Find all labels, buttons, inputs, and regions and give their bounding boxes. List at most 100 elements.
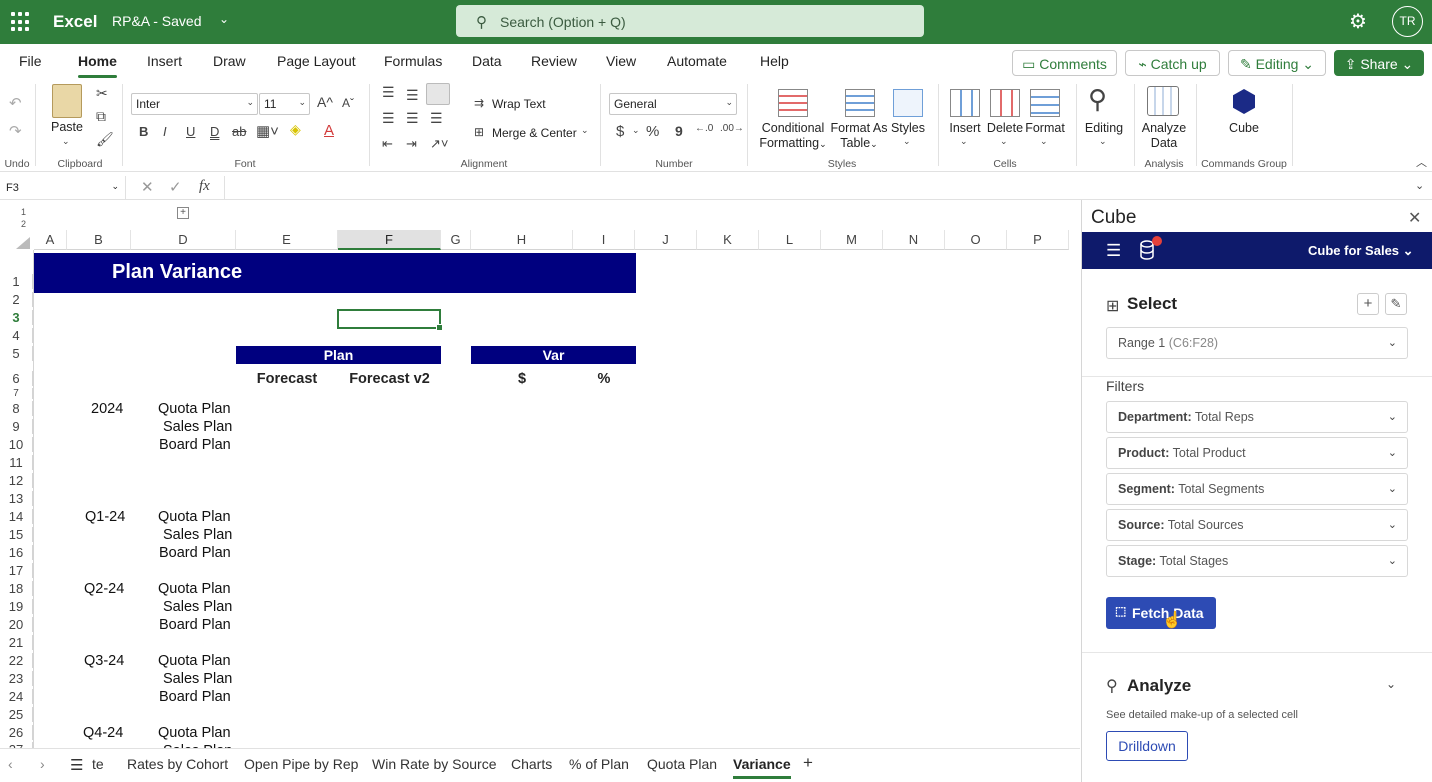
document-title[interactable]: RP&A - Saved bbox=[112, 13, 202, 29]
underline-icon[interactable]: U bbox=[186, 124, 195, 139]
share-button[interactable]: ⇪ Share ⌄ bbox=[1334, 50, 1424, 76]
tab-insert[interactable]: Insert bbox=[147, 53, 182, 69]
plan-type-cell[interactable]: Quota Plan bbox=[158, 401, 231, 417]
chevron-down-icon[interactable]: ⌄ bbox=[632, 125, 640, 136]
active-cell[interactable] bbox=[337, 309, 443, 331]
tab-formulas[interactable]: Formulas bbox=[384, 53, 442, 69]
row-header[interactable]: 2 bbox=[0, 292, 33, 307]
chevron-right-icon[interactable]: › bbox=[40, 756, 45, 772]
close-icon[interactable]: ✕ bbox=[1408, 208, 1421, 228]
sheet-tab[interactable]: Charts bbox=[511, 756, 552, 772]
forecast-v2-header[interactable]: Forecast v2 bbox=[338, 371, 441, 387]
chevron-down-icon[interactable]: ⌄ bbox=[1099, 136, 1107, 147]
format-as-table-icon[interactable] bbox=[845, 89, 875, 117]
row-header[interactable]: 14 bbox=[0, 509, 33, 524]
var-header[interactable]: Var bbox=[471, 346, 636, 364]
column-header[interactable]: D bbox=[131, 230, 236, 250]
row-header[interactable]: 10 bbox=[0, 437, 33, 452]
strikethrough-icon[interactable]: ab bbox=[232, 124, 246, 139]
font-color-icon[interactable]: A bbox=[324, 122, 334, 139]
tab-file[interactable]: File bbox=[19, 53, 42, 69]
chevron-left-icon[interactable]: ‹ bbox=[8, 756, 13, 772]
magnifier-icon[interactable]: ⚲ bbox=[1088, 84, 1107, 115]
row-header[interactable]: 20 bbox=[0, 617, 33, 632]
column-header[interactable]: K bbox=[697, 230, 759, 250]
align-right-icon[interactable]: ☰ bbox=[430, 110, 443, 127]
row-header[interactable]: 21 bbox=[0, 635, 33, 650]
align-left-icon[interactable]: ☰ bbox=[382, 110, 395, 127]
row-header[interactable]: 26 bbox=[0, 725, 33, 740]
tab-draw[interactable]: Draw bbox=[213, 53, 246, 69]
plan-type-cell[interactable]: Sales Plan bbox=[163, 419, 232, 435]
borders-icon[interactable]: ▦˅ bbox=[256, 122, 279, 140]
row-header-selected[interactable]: 3 bbox=[0, 310, 33, 325]
sheet-tab[interactable]: Open Pipe by Rep bbox=[244, 756, 358, 772]
merge-icon[interactable]: ⊞ bbox=[474, 125, 484, 139]
name-box[interactable]: F3 ⌄ bbox=[0, 176, 126, 199]
grow-font-icon[interactable]: A^ bbox=[317, 94, 333, 110]
styles-button[interactable]: Styles bbox=[888, 121, 928, 136]
chevron-down-icon[interactable]: ⌄ bbox=[1386, 677, 1396, 691]
bold-icon[interactable]: B bbox=[139, 124, 148, 139]
tab-home[interactable]: Home bbox=[78, 53, 117, 78]
column-header[interactable]: B bbox=[67, 230, 131, 250]
gear-icon[interactable]: ⚙ bbox=[1349, 9, 1367, 34]
row-header[interactable]: 25 bbox=[0, 707, 33, 722]
cell-styles-icon[interactable] bbox=[893, 89, 923, 117]
fill-color-icon[interactable]: ◈ bbox=[290, 121, 301, 138]
outline-level-1[interactable]: 1 bbox=[21, 207, 26, 217]
chevron-down-icon[interactable]: ⌄ bbox=[903, 136, 911, 147]
plan-type-cell[interactable]: Board Plan bbox=[159, 437, 231, 453]
range-select[interactable]: Range 1 (C6:F28) ⌄ bbox=[1106, 327, 1408, 359]
period-cell[interactable]: Q1-24 bbox=[85, 509, 125, 525]
row-header[interactable]: 19 bbox=[0, 599, 33, 614]
app-launcher-icon[interactable] bbox=[11, 12, 31, 32]
expand-formula-icon[interactable]: ⌄ bbox=[1415, 179, 1424, 192]
row-header[interactable]: 5 bbox=[0, 346, 33, 361]
filter-stage[interactable]: Stage: Total Stages ⌄ bbox=[1106, 545, 1408, 577]
column-header[interactable]: O bbox=[945, 230, 1007, 250]
increase-decimal-icon[interactable]: ←.0 bbox=[695, 123, 713, 134]
chevron-down-icon[interactable]: ⌄ bbox=[62, 136, 70, 147]
sheet-tab-active[interactable]: Variance bbox=[733, 756, 791, 779]
plan-type-cell[interactable]: Sales Plan bbox=[163, 671, 232, 687]
column-header[interactable]: G bbox=[441, 230, 471, 250]
var-dollar-header[interactable]: $ bbox=[471, 371, 573, 387]
sheet-tab[interactable]: te bbox=[92, 756, 104, 772]
period-cell[interactable]: 2024 bbox=[91, 401, 123, 417]
tab-review[interactable]: Review bbox=[531, 53, 577, 69]
drilldown-button[interactable]: Drilldown bbox=[1106, 731, 1188, 761]
cancel-icon[interactable]: ✕ bbox=[141, 178, 154, 196]
select-all-button[interactable] bbox=[16, 237, 30, 249]
cube-button[interactable]: Cube bbox=[1220, 121, 1268, 136]
confirm-icon[interactable]: ✓ bbox=[169, 178, 182, 196]
chevron-down-icon[interactable]: ⌄ bbox=[1000, 136, 1008, 147]
plan-type-cell[interactable]: Board Plan bbox=[159, 689, 231, 705]
period-cell[interactable]: Q3-24 bbox=[84, 653, 124, 669]
avatar[interactable]: TR bbox=[1392, 6, 1423, 37]
model-selector[interactable]: Cube for Sales ⌄ bbox=[1308, 243, 1414, 259]
hamburger-icon[interactable]: ☰ bbox=[1106, 241, 1121, 261]
plan-type-cell[interactable]: Quota Plan bbox=[158, 581, 231, 597]
delete-cells-icon[interactable] bbox=[990, 89, 1020, 117]
add-sheet-icon[interactable]: + bbox=[803, 753, 813, 773]
add-range-button[interactable]: + bbox=[1357, 293, 1379, 315]
sheet-tab[interactable]: Rates by Cohort bbox=[127, 756, 228, 772]
row-header[interactable]: 13 bbox=[0, 491, 33, 506]
wrap-text-button[interactable]: Wrap Text bbox=[492, 97, 546, 111]
expand-group-icon[interactable]: + bbox=[177, 207, 189, 219]
format-cells-button[interactable]: Format bbox=[1024, 121, 1066, 136]
edit-range-button[interactable]: ✎ bbox=[1385, 293, 1407, 315]
font-size-select[interactable]: 11 ⌄ bbox=[259, 93, 310, 115]
orientation-icon[interactable]: ↗˅ bbox=[430, 136, 448, 152]
number-format-select[interactable]: General ⌄ bbox=[609, 93, 737, 115]
format-painter-icon[interactable]: 🖌 bbox=[96, 131, 114, 148]
collapse-ribbon-icon[interactable]: ︿ bbox=[1416, 154, 1427, 170]
all-sheets-icon[interactable]: ☰ bbox=[70, 756, 83, 774]
cube-icon[interactable] bbox=[1233, 89, 1255, 114]
copy-icon[interactable]: ⧉ bbox=[96, 108, 106, 125]
decrease-decimal-icon[interactable]: .00→ bbox=[720, 123, 744, 134]
conditional-formatting-button[interactable]: Conditional Formatting⌄ bbox=[756, 121, 830, 152]
sheet-tab[interactable]: Win Rate by Source bbox=[372, 756, 497, 772]
filter-product[interactable]: Product: Total Product ⌄ bbox=[1106, 437, 1408, 469]
